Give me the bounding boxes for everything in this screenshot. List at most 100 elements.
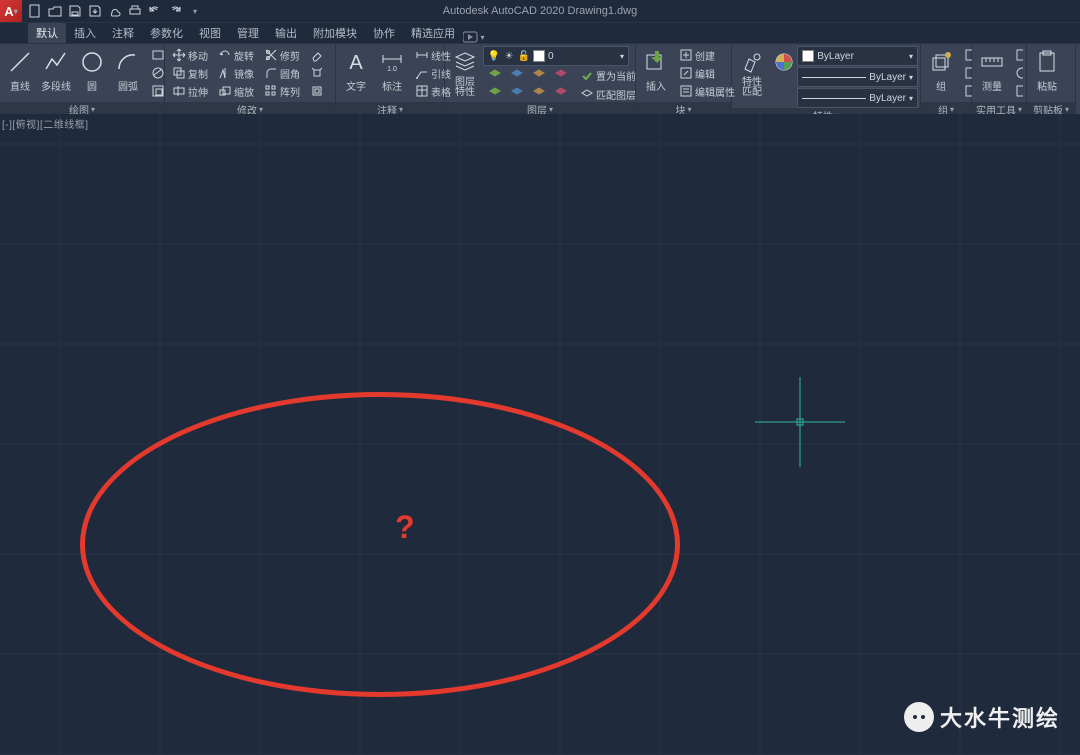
stretch-icon xyxy=(172,84,186,98)
linetype-icon xyxy=(802,98,866,99)
polyline-button[interactable]: 多段线 xyxy=(38,46,74,100)
tab-parametric[interactable]: 参数化 xyxy=(142,23,191,43)
arc-icon xyxy=(114,48,142,76)
line-button[interactable]: 直线 xyxy=(2,46,38,100)
drawing-viewport[interactable]: [-][俯视][二维线框] ? xyxy=(0,114,1080,755)
insert-block-button[interactable]: 插入 xyxy=(638,46,674,100)
paste-button[interactable]: 粘贴 xyxy=(1029,46,1065,100)
layer-tool-8[interactable] xyxy=(551,85,571,101)
bulb-icon: 💡 xyxy=(488,50,500,62)
table-icon xyxy=(415,84,429,98)
explode-icon[interactable] xyxy=(307,65,327,81)
tab-default[interactable]: 默认 xyxy=(28,23,66,43)
panel-clipboard: 粘贴 剪贴板 ▾ xyxy=(1027,44,1076,116)
open-icon[interactable] xyxy=(46,2,64,20)
clipboard-icon xyxy=(1033,48,1061,76)
redo-icon[interactable] xyxy=(166,2,184,20)
panel-utils: 测量 实用工具 ▾ xyxy=(972,44,1027,116)
tab-output[interactable]: 输出 xyxy=(267,23,305,43)
color-combo[interactable]: ByLayer▾ xyxy=(797,46,918,66)
layer-tool-6[interactable] xyxy=(507,85,527,101)
scale-icon xyxy=(218,84,232,98)
layer-props-button[interactable]: 图层特性 xyxy=(447,46,483,100)
panel-draw: 直线 多段线 圆 圆弧 绘图 ▾ xyxy=(0,44,165,116)
new-icon[interactable] xyxy=(26,2,44,20)
dim-button[interactable]: 1.0 标注 xyxy=(374,46,410,100)
text-button[interactable]: A 文字 xyxy=(338,46,374,100)
ribbon: 直线 多段线 圆 圆弧 绘图 ▾ 移动 xyxy=(0,44,1080,117)
circle-button[interactable]: 圆 xyxy=(74,46,110,100)
move-icon xyxy=(172,48,186,62)
edit-icon xyxy=(679,66,693,80)
tab-manage[interactable]: 管理 xyxy=(229,23,267,43)
color-wheel-button[interactable] xyxy=(770,46,797,100)
erase-icon[interactable] xyxy=(307,47,327,63)
tab-addins[interactable]: 附加模块 xyxy=(305,23,365,43)
util-tool-1[interactable] xyxy=(1012,47,1026,63)
qat-dropdown-icon[interactable]: ▾ xyxy=(186,2,204,20)
match-props-button[interactable]: 特性匹配 xyxy=(734,46,770,100)
array-button[interactable]: 阵列 xyxy=(261,83,303,100)
svg-text:1.0: 1.0 xyxy=(387,66,397,73)
tab-view[interactable]: 视图 xyxy=(191,23,229,43)
tab-play-icon[interactable]: ▾ xyxy=(463,31,485,43)
panel-annotate: A 文字 1.0 标注 线性 引线 表格 注释 ▾ xyxy=(336,44,445,116)
layer-combo[interactable]: 💡 ☀ 🔓 0 ▾ xyxy=(483,46,629,66)
create-block-button[interactable]: 创建 xyxy=(676,47,738,64)
color-swatch xyxy=(533,50,545,62)
app-logo[interactable]: A▾ xyxy=(0,0,22,22)
move-button[interactable]: 移动 xyxy=(169,47,211,64)
arc-button[interactable]: 圆弧 xyxy=(110,46,146,100)
edit-block-button[interactable]: 编辑 xyxy=(676,65,738,82)
dim-icon: 1.0 xyxy=(378,48,406,76)
panel-modify: 移动 复制 拉伸 旋转 镜像 缩放 修剪 圆角 阵列 修改 ▾ xyxy=(165,44,336,116)
offset-icon[interactable] xyxy=(307,83,327,99)
trim-icon xyxy=(264,48,278,62)
copy-button[interactable]: 复制 xyxy=(169,65,211,82)
save-icon[interactable] xyxy=(66,2,84,20)
util-tool-3[interactable] xyxy=(1012,83,1026,99)
mirror-button[interactable]: 镜像 xyxy=(215,65,257,82)
group-button[interactable]: 组 xyxy=(923,46,959,100)
leader-icon xyxy=(415,66,429,80)
layer-tool-7[interactable] xyxy=(529,85,549,101)
layer-tool-5[interactable] xyxy=(485,85,505,101)
tab-collab[interactable]: 协作 xyxy=(365,23,403,43)
fillet-button[interactable]: 圆角 xyxy=(261,65,303,82)
match-icon xyxy=(580,88,594,102)
attr-icon xyxy=(679,84,693,98)
lineweight-combo[interactable]: ByLayer▾ xyxy=(797,67,918,87)
group-icon xyxy=(927,48,955,76)
measure-button[interactable]: 测量 xyxy=(974,46,1010,100)
tab-featured[interactable]: 精选应用 xyxy=(403,23,463,43)
wechat-icon xyxy=(904,702,934,732)
scale-button[interactable]: 缩放 xyxy=(215,83,257,100)
tab-annotate[interactable]: 注释 xyxy=(104,23,142,43)
panel-groups: 组 组 ▾ xyxy=(921,44,972,116)
trim-button[interactable]: 修剪 xyxy=(261,47,303,64)
tab-insert[interactable]: 插入 xyxy=(66,23,104,43)
util-tool-2[interactable] xyxy=(1012,65,1026,81)
stretch-button[interactable]: 拉伸 xyxy=(169,83,211,100)
insert-block-icon xyxy=(642,48,670,76)
saveas-icon[interactable] xyxy=(86,2,104,20)
rotate-button[interactable]: 旋转 xyxy=(215,47,257,64)
linetype-combo[interactable]: ByLayer▾ xyxy=(797,88,918,108)
circle-icon xyxy=(78,48,106,76)
cloud-icon[interactable] xyxy=(106,2,124,20)
make-current-button[interactable]: 置为当前 xyxy=(577,67,639,84)
layer-tool-2[interactable] xyxy=(507,67,527,83)
edit-attr-button[interactable]: 编辑属性 xyxy=(676,83,738,100)
create-icon xyxy=(679,48,693,62)
undo-icon[interactable] xyxy=(146,2,164,20)
layer-tool-1[interactable] xyxy=(485,67,505,83)
annotation-ellipse xyxy=(80,392,680,697)
panel-block: 插入 创建 编辑 编辑属性 块 ▾ xyxy=(636,44,732,116)
cursor-crosshair xyxy=(755,377,845,467)
layer-tool-3[interactable] xyxy=(529,67,549,83)
rotate-icon xyxy=(218,48,232,62)
layer-tool-4[interactable] xyxy=(551,67,571,83)
match-layer-button[interactable]: 匹配图层 xyxy=(577,86,639,103)
mirror-icon xyxy=(218,66,232,80)
print-icon[interactable] xyxy=(126,2,144,20)
